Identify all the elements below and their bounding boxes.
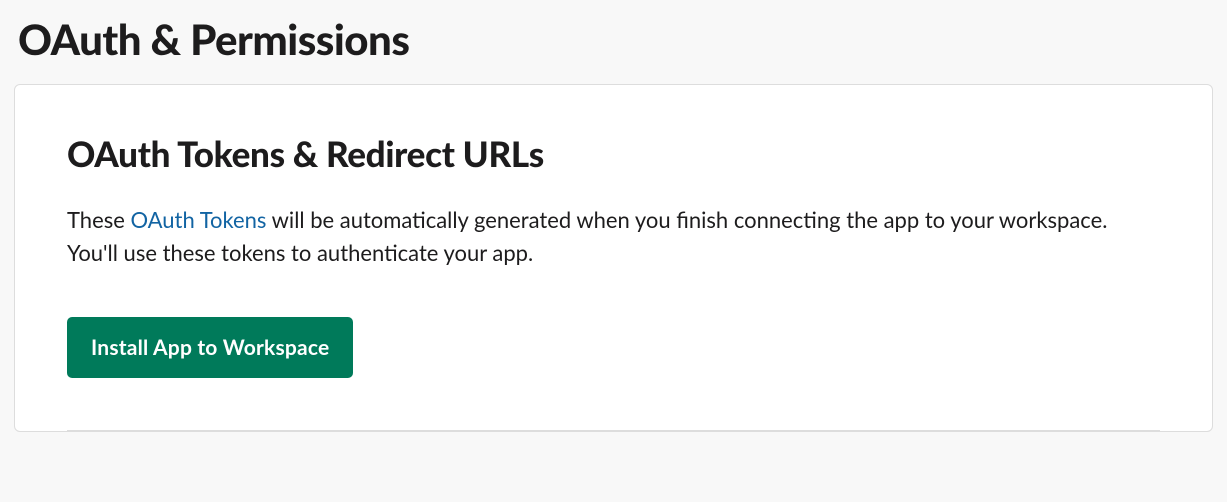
description-text-prefix: These	[67, 206, 130, 233]
section-description: These OAuth Tokens will be automatically…	[67, 203, 1157, 269]
oauth-tokens-card: OAuth Tokens & Redirect URLs These OAuth…	[14, 84, 1213, 432]
section-title: OAuth Tokens & Redirect URLs	[67, 133, 1160, 175]
install-app-button[interactable]: Install App to Workspace	[67, 317, 353, 378]
section-divider	[67, 430, 1160, 431]
page-header: OAuth & Permissions	[0, 0, 1227, 84]
oauth-tokens-link[interactable]: OAuth Tokens	[130, 206, 266, 233]
page-title: OAuth & Permissions	[18, 14, 1209, 64]
